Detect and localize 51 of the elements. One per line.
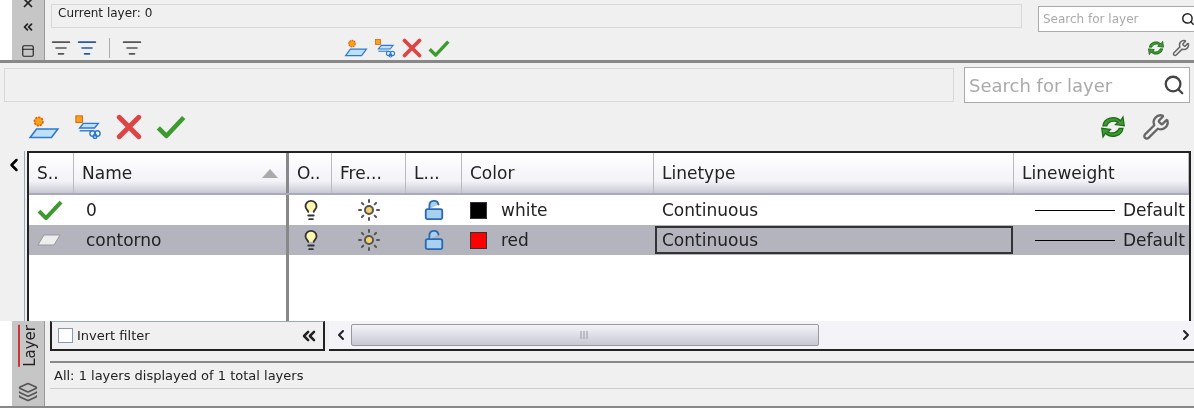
current-check-icon <box>37 198 63 222</box>
search-field[interactable]: Search for layer <box>964 67 1190 103</box>
collapse-icon[interactable] <box>21 20 35 34</box>
column-header[interactable]: Color <box>462 153 654 193</box>
properties-icon[interactable] <box>21 44 35 58</box>
filter-icon[interactable] <box>51 38 71 58</box>
lineweight-value: Default <box>1122 200 1185 220</box>
search-field[interactable]: Search for layer <box>1038 6 1194 32</box>
lock-open-icon[interactable] <box>423 199 445 221</box>
group-filter-icon[interactable] <box>77 38 97 58</box>
current-layer-label: Current layer: 0 <box>51 4 1022 28</box>
horizontal-scrollbar[interactable] <box>329 321 1194 351</box>
delete-cross-icon[interactable] <box>116 114 142 140</box>
layer-name: 0 <box>86 200 97 220</box>
states-icon[interactable] <box>122 38 142 58</box>
new-layer-icon[interactable] <box>28 114 60 140</box>
status-text: All: 1 layers displayed of 1 total layers <box>50 361 1194 389</box>
color-swatch[interactable] <box>470 231 487 249</box>
delete-cross-icon[interactable] <box>402 38 422 58</box>
settings-icon[interactable] <box>1172 39 1190 57</box>
column-header[interactable]: L... <box>406 153 462 193</box>
color-name: white <box>501 200 548 220</box>
linetype-name: Continuous <box>662 230 758 250</box>
refresh-icon[interactable] <box>1146 38 1166 58</box>
color-name: red <box>501 230 529 250</box>
column-header[interactable]: Fre... <box>332 153 406 193</box>
column-header[interactable]: Linetype <box>654 153 1014 193</box>
settings-icon[interactable] <box>1142 113 1170 141</box>
sun-icon[interactable] <box>357 228 381 252</box>
invert-filter-label: Invert filter <box>77 328 150 343</box>
column-header[interactable]: O.. <box>289 153 332 193</box>
close-icon[interactable] <box>21 0 35 10</box>
color-swatch[interactable] <box>470 201 487 219</box>
lineweight-value: Default <box>1122 230 1185 250</box>
linetype-name: Continuous <box>662 200 758 220</box>
new-frozen-layer-icon[interactable] <box>374 38 396 58</box>
search-icon[interactable] <box>1181 12 1194 26</box>
lock-open-icon[interactable] <box>423 229 445 251</box>
set-current-icon[interactable] <box>156 114 186 140</box>
grip-icon[interactable] <box>580 331 590 339</box>
layer-name: contorno <box>86 230 162 250</box>
set-current-icon[interactable] <box>428 38 450 58</box>
layers-icon[interactable] <box>18 382 38 402</box>
search-icon[interactable] <box>1163 74 1185 96</box>
column-header[interactable]: Lineweight <box>1014 153 1189 193</box>
sun-icon[interactable] <box>357 198 381 222</box>
new-frozen-layer-icon[interactable] <box>74 114 102 140</box>
column-header[interactable]: S.. <box>29 153 74 193</box>
layer-icon <box>37 234 61 246</box>
new-layer-icon[interactable] <box>344 38 368 58</box>
invert-filter-checkbox[interactable] <box>58 328 73 343</box>
